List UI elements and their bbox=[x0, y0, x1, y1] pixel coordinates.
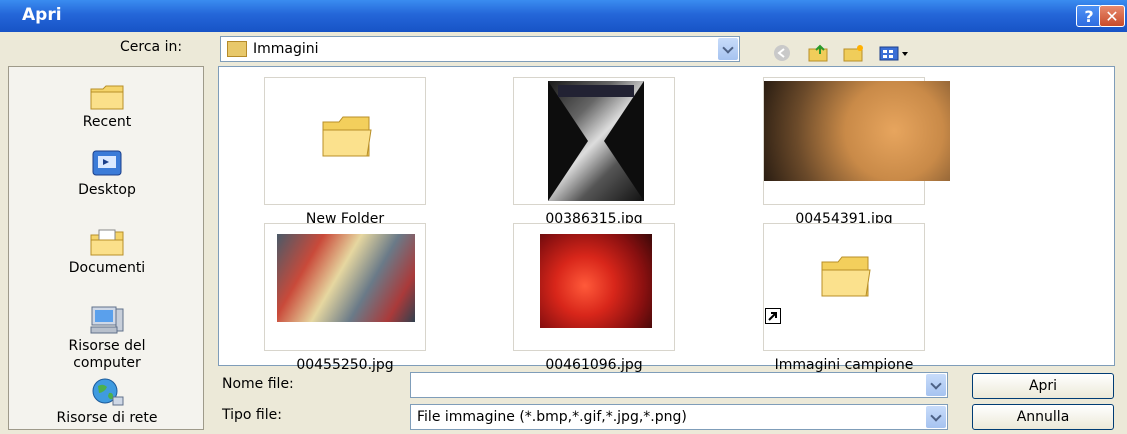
file-item[interactable]: 00386315.jpg bbox=[504, 77, 684, 227]
place-recent[interactable]: Recent bbox=[9, 81, 205, 131]
open-button[interactable]: Apri bbox=[972, 373, 1114, 399]
up-folder-icon[interactable] bbox=[808, 44, 830, 62]
new-folder-icon[interactable] bbox=[843, 44, 865, 62]
lookin-combo[interactable]: Immagini bbox=[220, 36, 740, 62]
lookin-value: Immagini bbox=[253, 41, 319, 57]
image-thumbnail bbox=[277, 234, 415, 322]
shortcut-arrow-icon bbox=[765, 308, 781, 324]
file-list-view[interactable]: New Folder 00386315.jpg 00454391.jpg 004… bbox=[218, 66, 1115, 373]
place-my-computer[interactable]: Risorse del computer bbox=[9, 305, 205, 372]
network-globe-icon bbox=[92, 378, 124, 406]
filetype-combo[interactable]: File immagine (*.bmp,*.gif,*.jpg,*.png) bbox=[410, 404, 948, 430]
file-name: 00455250.jpg bbox=[296, 357, 394, 373]
cancel-button[interactable]: Annulla bbox=[972, 404, 1114, 430]
chevron-down-icon[interactable] bbox=[926, 374, 946, 396]
place-label: Documenti bbox=[68, 260, 146, 276]
thumbnail bbox=[264, 223, 426, 351]
file-item[interactable]: 00461096.jpg bbox=[504, 223, 684, 373]
thumbnail bbox=[513, 223, 675, 351]
place-desktop[interactable]: Desktop bbox=[9, 149, 205, 199]
filetype-value: File immagine (*.bmp,*.gif,*.jpg,*.png) bbox=[417, 409, 687, 425]
place-label: Risorse del computer bbox=[68, 338, 146, 371]
lookin-label: Cerca in: bbox=[120, 39, 183, 55]
place-label: Recent bbox=[82, 114, 132, 130]
computer-icon bbox=[90, 306, 124, 334]
filetype-label: Tipo file: bbox=[222, 407, 282, 423]
image-thumbnail bbox=[548, 81, 644, 201]
folder-icon bbox=[322, 116, 372, 157]
place-label: Desktop bbox=[78, 182, 136, 198]
filename-combo[interactable] bbox=[410, 372, 948, 398]
file-item[interactable]: New Folder bbox=[255, 77, 435, 227]
desktop-icon bbox=[92, 150, 122, 176]
title-bar[interactable]: Apri ? ✕ bbox=[0, 0, 1127, 32]
place-network[interactable]: Risorse di rete bbox=[9, 377, 205, 427]
documents-folder-icon bbox=[90, 229, 124, 256]
recent-folder-icon bbox=[90, 85, 124, 110]
image-thumbnail bbox=[764, 81, 950, 181]
chevron-down-icon[interactable] bbox=[926, 406, 946, 428]
filename-label: Nome file: bbox=[222, 376, 294, 392]
file-item[interactable]: 00454391.jpg bbox=[754, 77, 950, 227]
chevron-down-icon[interactable] bbox=[718, 38, 738, 60]
file-item[interactable]: 00455250.jpg bbox=[255, 223, 435, 373]
place-label: Risorse di rete bbox=[56, 410, 158, 426]
places-bar: Recent Desktop Documenti Risorse del com… bbox=[8, 66, 204, 430]
window-title: Apri bbox=[22, 5, 62, 25]
image-thumbnail bbox=[540, 234, 652, 328]
thumbnail bbox=[513, 77, 675, 205]
back-icon[interactable] bbox=[773, 44, 795, 62]
view-menu-icon[interactable] bbox=[879, 44, 913, 62]
folder-pictures-icon bbox=[227, 41, 247, 57]
thumbnail bbox=[264, 77, 426, 205]
file-item[interactable]: Immagini campione bbox=[754, 223, 934, 373]
close-button[interactable]: ✕ bbox=[1099, 5, 1125, 27]
file-name: Immagini campione bbox=[774, 357, 914, 373]
thumbnail bbox=[763, 77, 950, 205]
folder-icon bbox=[821, 256, 871, 297]
thumbnail bbox=[763, 223, 925, 351]
file-name: 00461096.jpg bbox=[545, 357, 643, 373]
place-documents[interactable]: Documenti bbox=[9, 227, 205, 277]
